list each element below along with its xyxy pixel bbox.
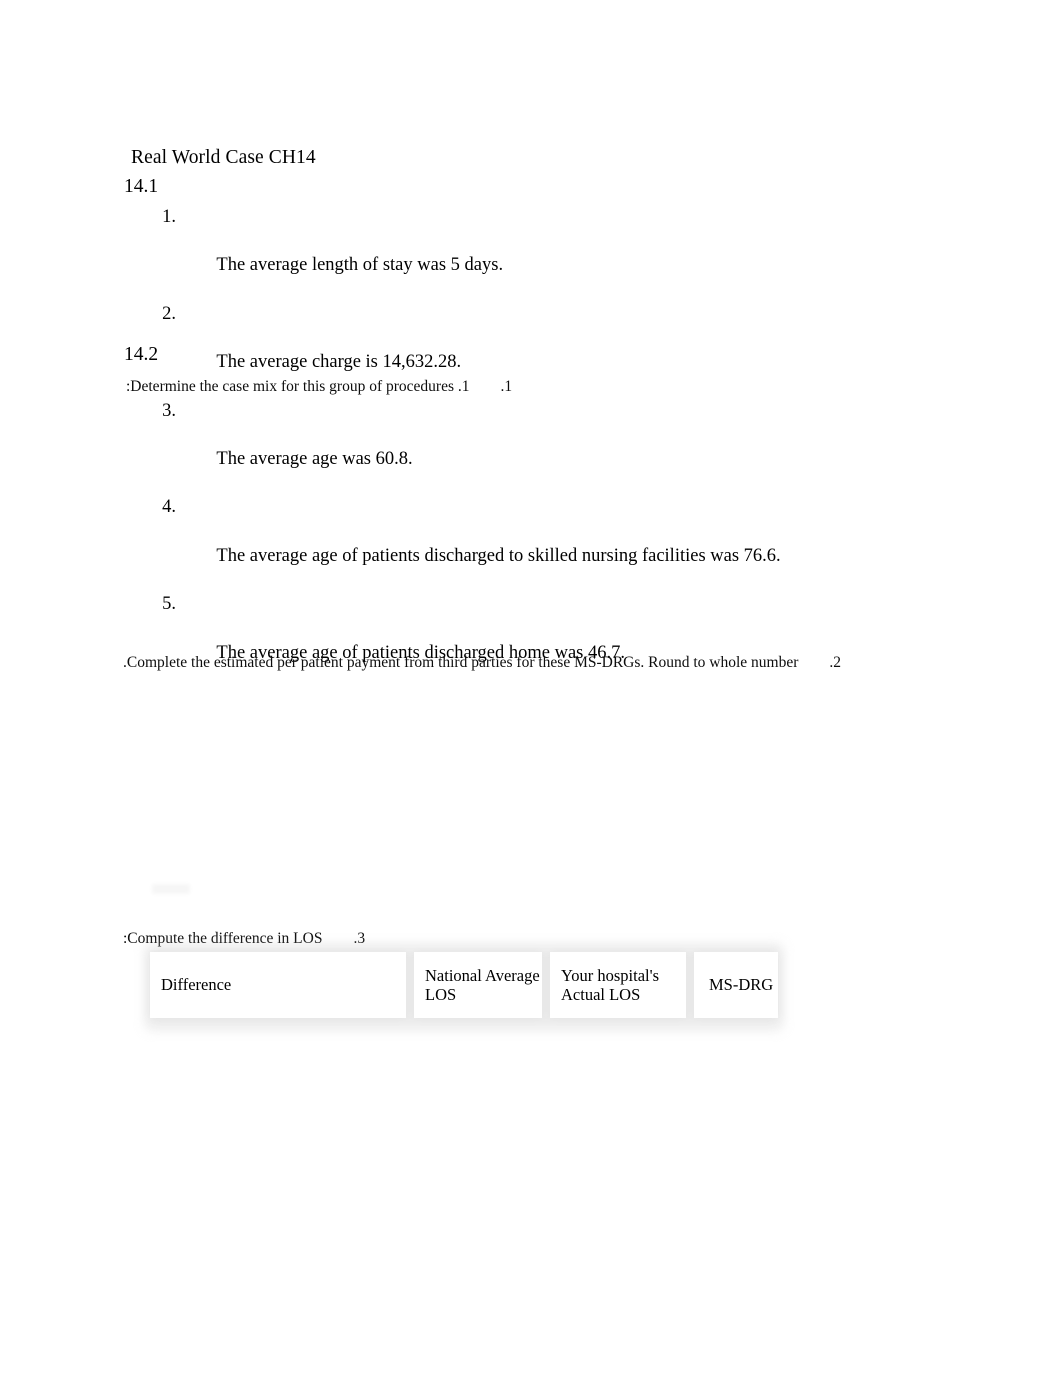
answer-list: 1. The average length of stay was 5 days… xyxy=(150,205,781,689)
list-item-text: The average age of patients discharged t… xyxy=(216,545,781,566)
section-heading-14-1: 14.1 xyxy=(124,176,159,197)
page-title: Real World Case CH14 xyxy=(131,147,316,168)
list-item: 5. The average age of patients discharge… xyxy=(150,592,781,689)
list-item: 3. The average age was 60.8. xyxy=(150,399,781,496)
list-item-number: 2. xyxy=(162,303,176,324)
list-item-number: 4. xyxy=(162,497,176,518)
list-item-number: 5. xyxy=(162,594,176,615)
list-item-number: 1. xyxy=(162,207,176,227)
instruction-estimated-payment: .Complete the estimated per patient paym… xyxy=(123,654,842,671)
list-item-number: 3. xyxy=(162,400,176,421)
list-item-text: The average charge is 14,632.28. xyxy=(216,352,462,373)
list-item: 1. The average length of stay was 5 days… xyxy=(150,205,781,302)
table-header-your-hospital-actual-los: Your hospital's Actual LOS xyxy=(550,952,686,1018)
list-item-text: The average age was 60.8. xyxy=(216,449,413,470)
erased-content-artifact xyxy=(152,884,190,894)
table-header-difference: Difference xyxy=(150,952,406,1018)
los-comparison-table: Difference National Average LOS Your hos… xyxy=(150,952,778,1018)
document-page: Real World Case CH14 14.1 1. The average… xyxy=(0,0,1062,1377)
table-header-ms-drg: MS-DRG xyxy=(694,952,778,1018)
list-item: 4. The average age of patients discharge… xyxy=(150,495,781,592)
table-header-national-average-los: National Average LOS xyxy=(414,952,542,1018)
section-heading-14-2: 14.2 xyxy=(124,344,159,365)
instruction-determine-case-mix: :Determine the case mix for this group o… xyxy=(126,378,513,395)
list-item-text: The average length of stay was 5 days. xyxy=(216,255,504,276)
